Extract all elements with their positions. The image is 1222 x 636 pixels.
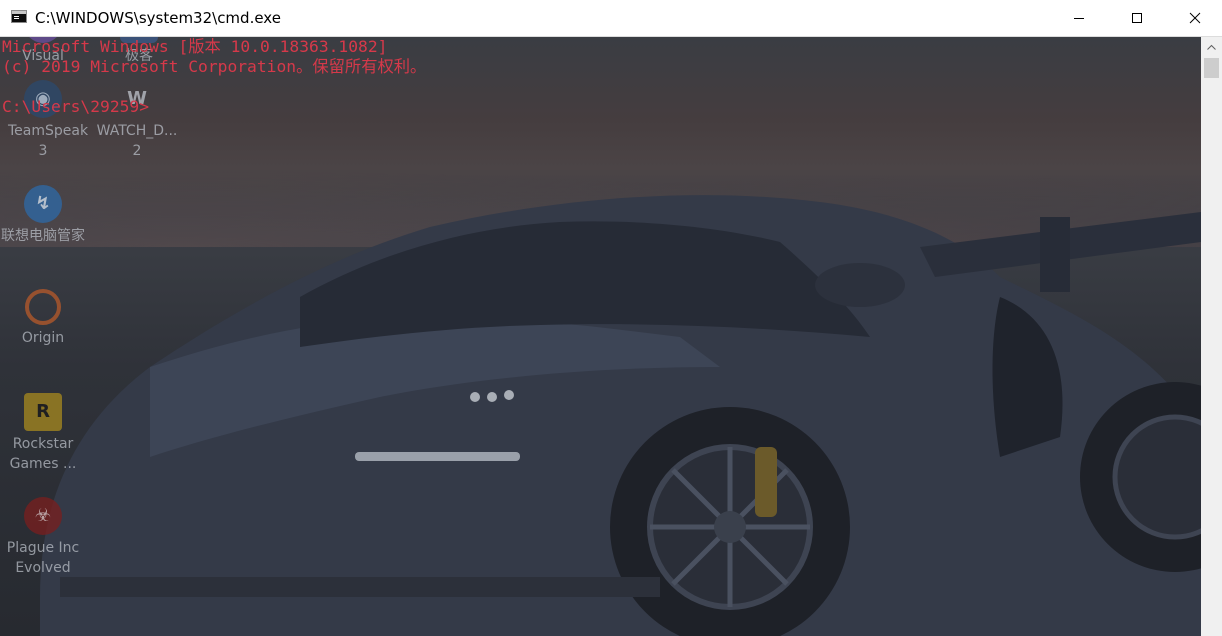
maximize-button[interactable]: [1108, 0, 1166, 36]
minimize-icon: [1074, 18, 1084, 19]
desktop-icon-label: Plague Inc Evolved: [6, 540, 80, 576]
desktop-icon-plague-inc: ☣ Plague Inc Evolved: [0, 497, 91, 578]
desktop-icon-label: Origin: [21, 330, 65, 346]
desktop-icon-rockstar: R Rockstar Games ...: [0, 393, 91, 474]
rockstar-icon: R: [24, 393, 62, 431]
close-button[interactable]: [1166, 0, 1222, 36]
close-icon: [1189, 12, 1201, 24]
title-bar[interactable]: C:\WINDOWS\system32\cmd.exe: [0, 0, 1222, 37]
maximize-icon: [1132, 13, 1142, 23]
minimize-button[interactable]: [1050, 0, 1108, 36]
desktop-icon-origin: Origin: [0, 289, 91, 348]
desktop-icon-label: Rockstar Games ...: [9, 436, 77, 472]
desktop-icon-label: 联想电脑管家: [1, 228, 85, 244]
desktop-icon-lenovo-manager: ↯ 联想电脑管家: [0, 185, 91, 246]
desktop-icon-label: TeamSpeak 3: [8, 123, 89, 159]
vertical-scrollbar[interactable]: [1201, 37, 1222, 636]
desktop-icon-label: WATCH_D... 2: [96, 123, 178, 159]
console-prompt: C:\Users\29259>: [2, 97, 150, 116]
console-line: (c) 2019 Microsoft Corporation。保留所有权利。: [2, 57, 427, 76]
window-title: C:\WINDOWS\system32\cmd.exe: [35, 9, 281, 27]
scroll-up-arrow-icon: [1207, 44, 1216, 50]
console-output[interactable]: Microsoft Windows [版本 10.0.18363.1082] (…: [2, 37, 426, 117]
scroll-up-button[interactable]: [1201, 37, 1222, 57]
console-line: Microsoft Windows [版本 10.0.18363.1082]: [2, 37, 388, 56]
console-area[interactable]: V Visual G 极客 ◉ TeamSpeak 3 W WATCH_D...…: [0, 37, 1201, 636]
scroll-thumb[interactable]: [1204, 58, 1219, 78]
lenovo-manager-icon: ↯: [24, 185, 62, 223]
origin-icon: [25, 289, 61, 325]
plague-inc-icon: ☣: [24, 497, 62, 535]
console-icon[interactable]: [11, 10, 27, 23]
